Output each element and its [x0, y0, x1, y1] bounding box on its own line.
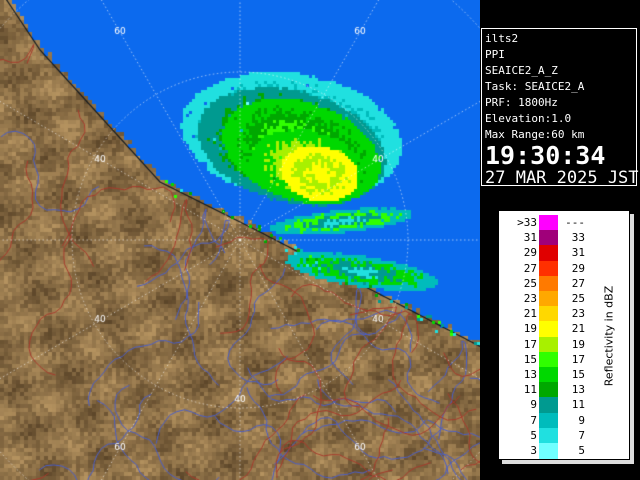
legend-color-swatch	[539, 427, 558, 444]
legend-low-value: 31	[523, 231, 537, 245]
legend-high-value: 13	[571, 383, 585, 397]
product-name: SEAICE2_A_Z	[485, 64, 558, 77]
legend-color-swatch	[539, 336, 558, 353]
legend-high-value: 27	[571, 276, 585, 290]
legend-low-value: >33	[517, 216, 537, 229]
legend-low-value: 29	[523, 246, 537, 260]
legend-low-value: 19	[523, 322, 537, 336]
legend-color-swatch	[539, 230, 558, 247]
site-name: ilts2	[485, 32, 519, 45]
legend-color-swatch	[539, 412, 558, 429]
legend-color-swatch	[539, 443, 558, 459]
legend-high-value: 21	[571, 322, 585, 336]
legend-high-value: 31	[571, 246, 585, 260]
reflectivity-legend: Reflectivity in dBZ >33 --- 31 33 29 31 27 29 25…	[498, 210, 630, 460]
legend-low-value: 25	[523, 276, 537, 290]
legend-high-value: 9	[578, 413, 585, 427]
legend-row: 29 31	[499, 245, 629, 262]
legend-high-value: 23	[571, 307, 585, 321]
legend-row: 19 21	[499, 321, 629, 338]
legend-row: 31 33	[499, 230, 629, 247]
legend-low-value: 21	[523, 307, 537, 321]
legend-high-value: 25	[571, 292, 585, 305]
legend-row: 11 13	[499, 382, 629, 399]
legend-high-value: 5	[578, 444, 585, 457]
legend-high-value: 15	[571, 368, 585, 381]
legend-color-swatch	[539, 291, 558, 307]
legend-color-swatch	[539, 306, 558, 323]
legend-row: 9 11	[499, 397, 629, 414]
legend-high-value: ---	[565, 216, 585, 229]
legend-color-swatch	[539, 351, 558, 368]
legend-color-swatch	[539, 382, 558, 399]
legend-row: 15 17	[499, 351, 629, 368]
elevation-value: Elevation:1.0	[485, 112, 572, 125]
legend-color-swatch	[539, 275, 558, 292]
legend-high-value: 17	[571, 352, 585, 366]
legend-row: 27 29	[499, 260, 629, 277]
task-name: Task: SEAICE2_A	[485, 80, 585, 93]
legend-high-value: 11	[571, 398, 585, 412]
legend-row: 57	[499, 427, 629, 444]
legend-row: 17 19	[499, 336, 629, 353]
legend-high-value: 7	[578, 428, 585, 442]
legend-color-swatch	[539, 367, 558, 383]
legend-row: 21 23	[499, 306, 629, 323]
radar-ppi-map[interactable]	[0, 0, 480, 480]
legend-low-value: 17	[523, 337, 537, 351]
legend-row: 13 15	[499, 367, 629, 383]
legend-low-value: 5	[530, 428, 537, 442]
legend-color-swatch	[539, 260, 558, 277]
legend-row: 25 27	[499, 275, 629, 292]
legend-low-value: 9	[530, 398, 537, 412]
scan-date: 27 MAR 2025 JST	[485, 168, 639, 188]
legend-row: 23 25	[499, 291, 629, 307]
legend-high-value: 33	[571, 231, 585, 245]
legend-low-value: 15	[523, 352, 537, 366]
legend-color-swatch	[539, 245, 558, 262]
legend-low-value: 27	[523, 261, 537, 275]
legend-row: 35	[499, 443, 629, 459]
scan-type: PPI	[485, 48, 505, 61]
legend-low-value: 7	[530, 413, 537, 427]
legend-color-swatch	[539, 215, 558, 231]
scan-time: 19:30:34	[485, 141, 606, 170]
legend-color-swatch	[539, 321, 558, 338]
legend-low-value: 13	[523, 368, 537, 381]
legend-low-value: 3	[530, 444, 537, 457]
scan-info-panel: ilts2 PPI SEAICE2_A_Z Task: SEAICE2_A PR…	[481, 28, 639, 188]
legend-color-swatch	[539, 397, 558, 414]
legend-row: 79	[499, 412, 629, 429]
legend-low-value: 11	[523, 383, 537, 397]
prf-value: PRF: 1800Hz	[485, 96, 558, 109]
legend-row: >33 ---	[499, 215, 629, 231]
legend-high-value: 19	[571, 337, 585, 351]
legend-low-value: 23	[523, 292, 537, 305]
legend-high-value: 29	[571, 261, 585, 275]
